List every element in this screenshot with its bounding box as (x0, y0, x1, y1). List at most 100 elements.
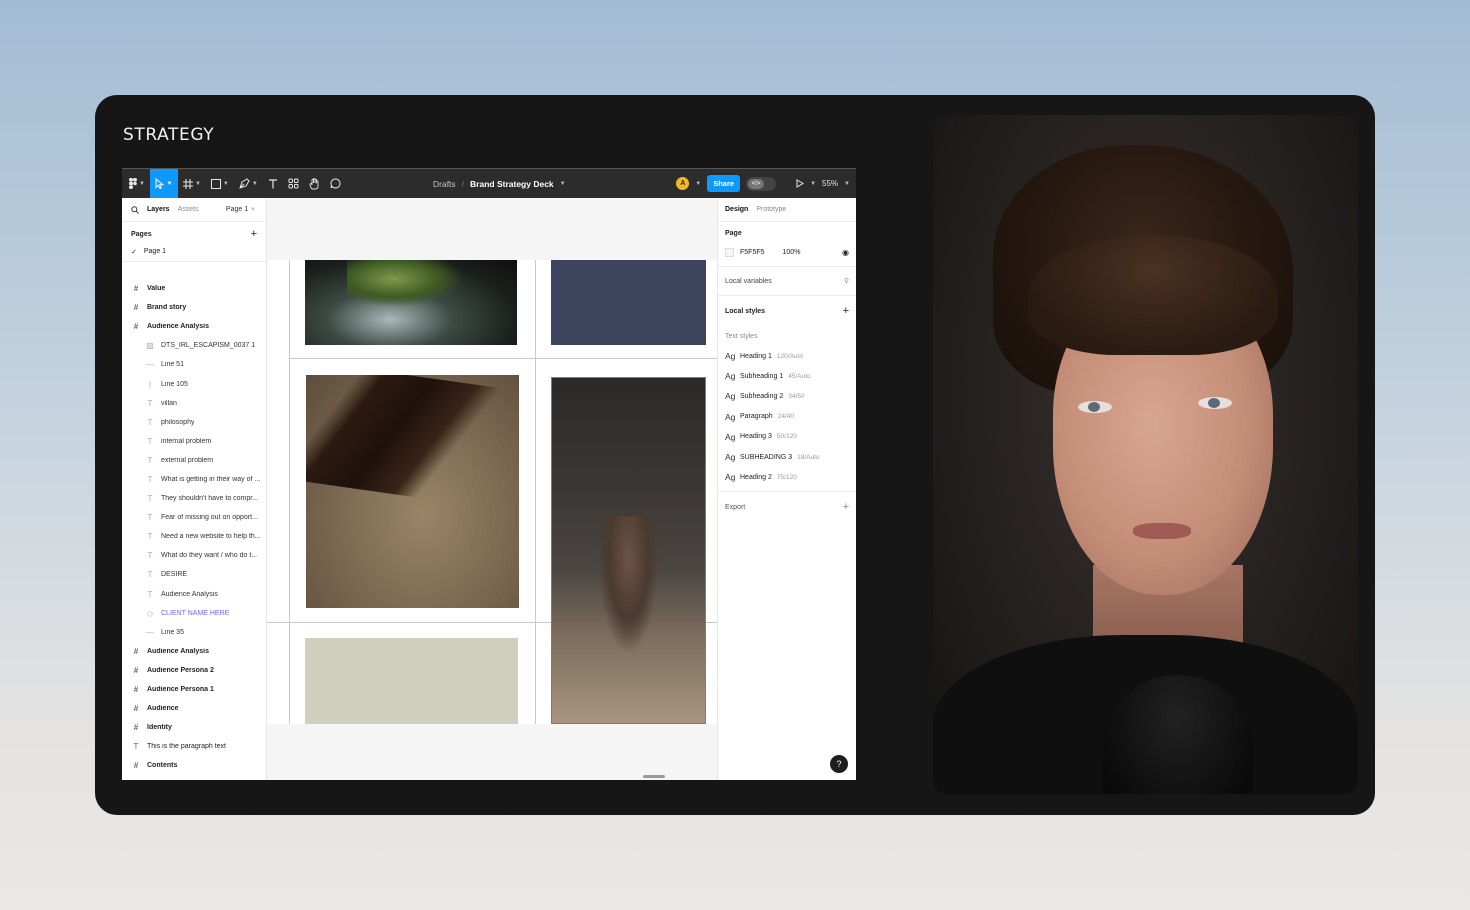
layer-item-label: What do they want / who do t... (161, 552, 258, 560)
add-export-icon[interactable]: + (843, 501, 849, 513)
layer-item[interactable]: # Audience Persona 2 (122, 661, 267, 680)
tab-prototype[interactable]: Prototype (756, 206, 786, 213)
text-style-item[interactable]: Ag Subheading 2 34/50 (725, 386, 849, 406)
tab-layers[interactable]: Layers (147, 206, 170, 213)
image-climber-selected[interactable] (551, 377, 706, 724)
presenter-fringe (1028, 235, 1278, 355)
chevron-down-icon: ▼ (222, 180, 229, 187)
layer-item[interactable]: # Audience (122, 699, 267, 718)
add-page-icon[interactable]: + (251, 228, 257, 240)
fill-swatch[interactable] (725, 247, 734, 257)
local-variables-row[interactable]: Local variables ⚲ (725, 267, 849, 295)
image-hand-on-sand[interactable] (306, 375, 519, 608)
layer-item[interactable]: | Line 105 (122, 374, 267, 393)
play-icon[interactable] (796, 179, 805, 188)
layer-item[interactable]: T They shouldn't have to compr... (122, 489, 267, 508)
comment-tool[interactable] (325, 169, 346, 198)
variables-icon[interactable]: ⚲ (844, 277, 849, 285)
component-layer-icon: ◇ (146, 608, 154, 618)
page-fill-hex[interactable]: F5F5F5 (740, 249, 765, 256)
layer-item[interactable]: T What is getting in their way of ... (122, 470, 267, 489)
add-style-icon[interactable]: + (843, 305, 849, 317)
eye-icon[interactable]: ◉ (842, 248, 849, 257)
text-style-item[interactable]: Ag Heading 2 75/120 (725, 467, 849, 487)
tab-design[interactable]: Design (725, 206, 748, 213)
layer-item[interactable]: ▨ DTS_IRL_ESCAPISM_0037 1 (122, 336, 267, 355)
breadcrumb-drafts[interactable]: Drafts (433, 179, 456, 189)
pages-header: Pages + (122, 222, 266, 246)
page-fill-opacity[interactable]: 100% (783, 249, 801, 256)
text-style-meta: 18/Auto (797, 453, 820, 461)
chevron-down-icon[interactable]: ▼ (560, 181, 566, 187)
text-style-meta: 75/120 (776, 473, 797, 481)
help-button[interactable]: ? (830, 755, 848, 773)
layer-item[interactable]: — Line 51 (122, 355, 267, 374)
search-icon[interactable] (131, 205, 139, 214)
move-tool[interactable]: ▼ (149, 169, 178, 198)
local-styles-label: Local styles (725, 307, 766, 315)
tab-assets[interactable]: Assets (178, 206, 199, 213)
main-menu-button[interactable]: ▼ (122, 169, 150, 198)
hand-tool[interactable] (304, 169, 325, 198)
chevron-down-icon[interactable]: ▼ (695, 181, 701, 187)
text-style-item[interactable]: Ag Heading 1 120/Auto (725, 346, 849, 366)
chevron-down-icon[interactable]: ▼ (810, 181, 816, 187)
canvas[interactable] (267, 198, 717, 780)
page-fill-row[interactable]: F5F5F5 100% ◉ (725, 244, 849, 260)
file-name[interactable]: Brand Strategy Deck (470, 179, 554, 189)
layer-item[interactable]: # Audience Persona 1 (122, 680, 267, 699)
layer-item[interactable]: T Fear of missing out on opport... (122, 508, 267, 527)
zoom-level[interactable]: 55% (822, 179, 838, 188)
layer-item[interactable]: T What do they want / who do t... (122, 546, 267, 565)
text-style-item[interactable]: Ag Subheading 1 45/Auto (725, 366, 849, 386)
text-style-icon: Ag (725, 472, 736, 483)
export-section: Export + (718, 492, 856, 522)
page-item-label: Page 1 (143, 248, 167, 255)
dev-mode-toggle[interactable]: </> (746, 176, 777, 191)
chevron-down-icon[interactable]: ▼ (844, 181, 850, 187)
text-style-item[interactable]: Ag Paragraph 24/40 (725, 407, 849, 427)
layer-item[interactable]: Tvillan (122, 394, 267, 413)
page-selector[interactable]: Page 1 ▼ (226, 206, 256, 213)
page-selector-label: Page 1 (225, 206, 249, 213)
layer-item[interactable]: # Value (122, 279, 267, 298)
share-button[interactable]: Share (707, 175, 741, 192)
layer-item[interactable]: Tinternal problem (122, 432, 267, 451)
layer-item[interactable]: # Audience Analysis (122, 317, 267, 336)
text-style-item[interactable]: Ag SUBHEADING 3 18/Auto (725, 447, 849, 467)
text-tool[interactable] (263, 169, 283, 198)
line-layer-icon: | (148, 379, 152, 389)
layer-item[interactable]: # Contents (122, 756, 267, 775)
layer-item[interactable]: # Identity (122, 718, 267, 737)
image-water-plant[interactable] (305, 260, 517, 345)
page-item[interactable]: ✓ Page 1 (122, 246, 266, 262)
text-style-name: Subheading 1 (740, 372, 784, 380)
resources-tool[interactable] (283, 169, 304, 198)
layer-item[interactable]: Texternal problem (122, 451, 267, 470)
text-layer-icon: T (147, 474, 153, 484)
shape-tool[interactable]: ▼ (206, 169, 234, 198)
layer-item[interactable]: Tphilosophy (122, 413, 267, 432)
layer-item[interactable]: ◇ CLIENT NAME HERE (122, 604, 267, 623)
layer-item[interactable]: T Need a new website to help th... (122, 527, 267, 546)
pen-tool[interactable]: ▼ (234, 169, 263, 198)
navy-color-block[interactable] (551, 260, 706, 345)
text-style-item[interactable]: Ag Heading 3 50/120 (725, 427, 849, 447)
avatar[interactable]: A (676, 177, 690, 190)
canvas-scroll-handle[interactable] (643, 775, 665, 778)
layer-item[interactable]: — Line 35 (122, 623, 267, 642)
export-row[interactable]: Export + (725, 492, 849, 522)
video-card: STRATEGY ▼ ▼ ▼ ▼ ▼ Drafts / Brand Strate… (95, 95, 1375, 815)
layer-item[interactable]: T Audience Analysis (122, 585, 267, 604)
code-icon: </> (748, 178, 765, 189)
layer-item[interactable]: # Brand story (122, 298, 267, 317)
text-icon (268, 178, 277, 188)
layer-item[interactable]: T DESIRE (122, 565, 267, 584)
layer-item[interactable]: T This is the paragraph text (122, 737, 267, 756)
layer-item[interactable]: # Audience Analysis (122, 642, 267, 661)
layer-item-label: Value (147, 285, 166, 293)
text-style-name: Heading 2 (740, 473, 772, 481)
sage-color-block[interactable] (305, 638, 518, 724)
frame-tool[interactable]: ▼ (178, 169, 206, 198)
export-label: Export (725, 503, 746, 511)
